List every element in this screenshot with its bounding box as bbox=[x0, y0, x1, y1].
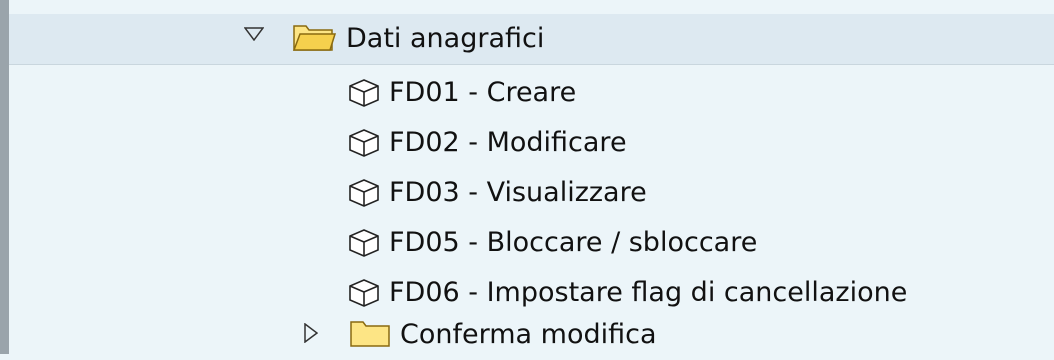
item-label: FD05 - Bloccare / sbloccare bbox=[389, 227, 758, 258]
item-label: FD06 - Impostare flag di cancellazione bbox=[389, 277, 908, 308]
cube-icon bbox=[349, 129, 379, 157]
folder-label: Conferma modifica bbox=[400, 319, 657, 350]
item-label: FD02 - Modificare bbox=[389, 127, 627, 158]
triangle-right-icon[interactable] bbox=[304, 323, 318, 343]
folder-label: Dati anagrafici bbox=[346, 23, 545, 54]
tree-item-fd01[interactable]: FD01 - Creare bbox=[9, 68, 1054, 118]
tree-node-conferma-modifica[interactable]: Conferma modifica bbox=[9, 310, 1054, 360]
cube-icon bbox=[349, 229, 379, 257]
folder-icon bbox=[350, 321, 390, 347]
cube-icon bbox=[349, 179, 379, 207]
open-folder-icon bbox=[292, 25, 336, 51]
triangle-down-icon[interactable] bbox=[244, 27, 264, 41]
tree-item-fd02[interactable]: FD02 - Modificare bbox=[9, 118, 1054, 168]
cube-icon bbox=[349, 279, 379, 307]
item-label: FD01 - Creare bbox=[389, 77, 577, 108]
navigation-tree: Dati anagrafici FD01 - Creare FD02 - Mod… bbox=[9, 0, 1054, 354]
tree-node-dati-anagrafici[interactable]: Dati anagrafici bbox=[9, 14, 1054, 65]
left-border bbox=[0, 0, 9, 354]
cube-icon bbox=[349, 79, 379, 107]
tree-item-fd03[interactable]: FD03 - Visualizzare bbox=[9, 168, 1054, 218]
item-label: FD03 - Visualizzare bbox=[389, 177, 647, 208]
tree-item-fd05[interactable]: FD05 - Bloccare / sbloccare bbox=[9, 218, 1054, 268]
